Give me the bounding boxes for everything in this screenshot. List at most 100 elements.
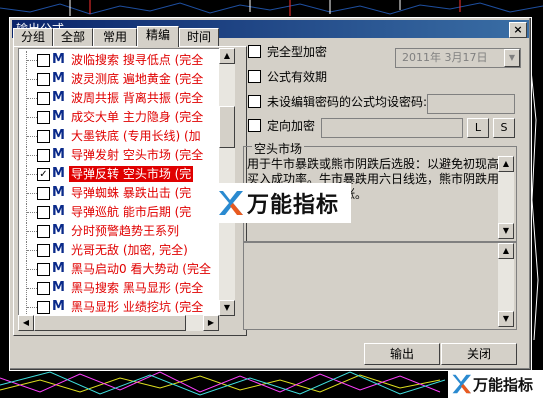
formula-list-item[interactable]: M 导弹巡航 能市后期 (完 [19,203,220,221]
target-encrypt-checkbox[interactable] [248,119,261,132]
password-field[interactable] [427,94,515,114]
formula-label: 成交大单 主力隐身 (完全 [71,110,204,124]
scroll-thumb[interactable] [219,106,235,148]
tree-connector-h [27,117,37,118]
expiry-checkbox[interactable] [248,70,261,83]
watermark-x-icon [219,191,243,215]
watermark-corner-text: 万能指标 [473,375,534,394]
target-encrypt-field[interactable] [321,118,463,138]
formula-label: 导弹蜘蛛 暴跌出击 (完 [71,186,192,200]
formula-checkbox[interactable] [37,54,50,67]
tab-all[interactable]: 全部 [53,28,93,46]
formula-checkbox[interactable] [37,244,50,257]
scroll-down-icon[interactable]: ▼ [219,300,235,316]
export-button[interactable]: 输出 [364,343,440,365]
formula-m-icon: M [52,299,65,314]
formula-checkbox[interactable] [37,187,50,200]
formula-list-item[interactable]: M 黑马搜索 黑马显形 (完全 [19,279,220,297]
full-encrypt-checkbox[interactable] [248,45,261,58]
formula-list-item[interactable]: M 波灵测底 遍地黄金 (完全 [19,70,220,88]
scroll-up-icon[interactable]: ▲ [219,48,235,64]
formula-checkbox[interactable] [37,225,50,238]
formula-list-item[interactable]: M 成交大单 主力隐身 (完全 [19,108,220,126]
formula-m-icon: M [52,71,65,86]
formula-checkbox[interactable] [37,263,50,276]
formula-m-icon: M [52,280,65,295]
tree-connector-h [27,288,37,289]
formula-tree[interactable]: M 波临搜索 搜寻低点 (完全 M 波灵测底 遍地黄金 (完全 M 波周共振 背离共振 (… [18,48,221,316]
formula-list-item[interactable]: M 分时预警趋势王系列 [19,222,220,240]
formula-label: 导弹巡航 能市后期 (完 [71,205,192,219]
formula-checkbox[interactable] [37,149,50,162]
close-icon[interactable]: × [509,22,527,38]
params-scroll-down-icon[interactable]: ▼ [498,311,514,327]
tree-horizontal-scrollbar[interactable]: ◀ ▶ [18,315,219,331]
scroll-right-icon[interactable]: ▶ [203,315,219,331]
formula-label: 导弹发射 空头市场 (完全 [71,148,204,162]
params-scroll-up-icon[interactable]: ▲ [498,243,514,259]
expiry-option[interactable]: 公式有效期 [248,69,327,85]
l-button[interactable]: L [467,118,489,138]
formula-m-icon: M [52,261,65,276]
close-button[interactable]: 关闭 [441,343,517,365]
formula-checkbox[interactable] [37,111,50,124]
formula-m-icon: M [52,109,65,124]
formula-checkbox[interactable] [37,73,50,86]
formula-checkbox[interactable] [37,92,50,105]
full-encrypt-label: 完全型加密 [267,45,328,59]
scroll-left-icon[interactable]: ◀ [18,315,34,331]
tree-connector-h [27,250,37,251]
formula-label: 分时预警趋势王系列 [71,224,180,238]
expiry-date-picker[interactable]: 2011年 3月17日 ▼ [395,48,521,68]
set-password-checkbox[interactable] [248,95,261,108]
formula-list-item[interactable]: M 黑马启动0 看大势动 (完全 [19,260,220,278]
expiry-label: 公式有效期 [267,70,328,84]
formula-m-icon: M [52,128,65,143]
desc-scroll-down-icon[interactable]: ▼ [498,223,514,239]
tab-common[interactable]: 常用 [93,28,137,46]
formula-list-item[interactable]: ✓ M 导弹反转 空头市场 (完 [19,165,220,183]
target-encrypt-option[interactable]: 定向加密 [248,118,315,134]
tree-connector-h [27,193,37,194]
tree-connector-h [27,79,37,80]
formula-list-item[interactable]: M 光哥无敌 (加密, 完全) [19,241,220,259]
formula-list-item[interactable]: M 导弹发射 空头市场 (完全 [19,146,220,164]
formula-list-item[interactable]: M 波临搜索 搜寻低点 (完全 [19,51,220,69]
formula-list-item[interactable]: M 导弹蜘蛛 暴跌出击 (完 [19,184,220,202]
s-button[interactable]: S [493,118,515,138]
watermark-corner-x-icon [452,374,471,394]
tab-refined[interactable]: 精编 [137,26,179,47]
formula-label: 波临搜索 搜寻低点 (完全 [71,53,204,67]
formula-m-icon: M [52,185,65,200]
formula-label: 导弹反转 空头市场 (完 [69,166,194,182]
formula-m-icon: M [52,90,65,105]
formula-checkbox[interactable] [37,206,50,219]
formula-label: 黑马搜索 黑马显形 (完全 [71,281,204,295]
tree-vertical-scrollbar[interactable]: ▲ ▼ [219,48,235,316]
set-password-option[interactable]: 未设编辑密码的公式均设密码: [248,94,427,110]
formula-checkbox[interactable] [37,130,50,143]
hscroll-thumb[interactable] [34,315,186,331]
tree-connector-h [27,136,37,137]
tree-connector-h [27,307,37,308]
watermark-text: 万能指标 [247,193,340,218]
tab-time[interactable]: 时间 [179,28,219,46]
params-scrollbar[interactable]: ▲ ▼ [498,243,514,327]
chevron-down-icon[interactable]: ▼ [504,49,520,67]
formula-label: 大墨铁底 (专用长线) (加 [71,129,201,143]
tree-connector-h [27,212,37,213]
desc-scroll-up-icon[interactable]: ▲ [498,156,514,172]
watermark-logo-corner: 万能指标 [448,370,543,398]
formula-checkbox[interactable] [37,282,50,295]
tab-group[interactable]: 分组 [13,28,53,46]
watermark-logo: 万能指标 [211,183,351,223]
tree-connector-h [27,60,37,61]
formula-list-item[interactable]: M 黑马显形 业绩挖坑 (完全 [19,298,220,315]
formula-checkbox[interactable] [37,301,50,314]
set-password-label: 未设编辑密码的公式均设密码: [267,95,428,109]
description-scrollbar[interactable]: ▲ ▼ [498,156,514,239]
formula-list-item[interactable]: M 波周共振 背离共振 (完全 [19,89,220,107]
formula-list-item[interactable]: M 大墨铁底 (专用长线) (加 [19,127,220,145]
full-encrypt-option[interactable]: 完全型加密 [248,44,327,60]
formula-checkbox[interactable]: ✓ [37,168,50,181]
